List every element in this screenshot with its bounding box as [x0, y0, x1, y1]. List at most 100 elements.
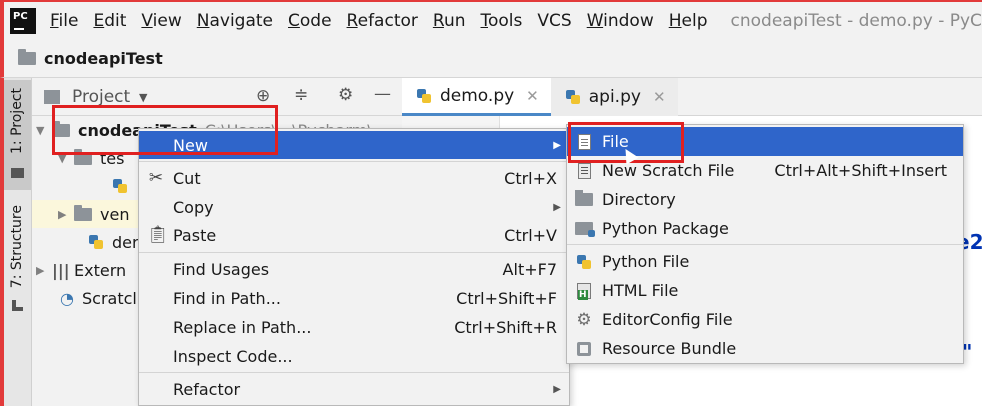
submenu-item-label: Python Package — [602, 219, 729, 238]
menu-file[interactable]: File — [50, 11, 78, 31]
collapse-all-icon[interactable]: ≑ — [294, 85, 308, 105]
menu-item-refactor[interactable]: Refactor ▶ — [139, 375, 569, 403]
menu-vcs[interactable]: VCS — [537, 11, 571, 31]
menu-tools[interactable]: Tools — [481, 11, 523, 31]
chevron-down-icon[interactable]: ▼ — [139, 91, 147, 104]
structure-icon — [12, 300, 23, 311]
tree-item-label: der — [112, 232, 139, 252]
editor-tab-bar: demo.py ✕ api.py ✕ — [402, 78, 982, 116]
tree-item-test-file[interactable] — [112, 172, 136, 200]
submenu-item-label: EditorConfig File — [602, 310, 733, 329]
menu-item-shortcut: Ctrl+X — [504, 168, 557, 188]
menu-item-label: Replace in Path... — [173, 317, 312, 337]
menu-item-shortcut: Ctrl+Shift+F — [456, 288, 557, 308]
tab-label: demo.py — [440, 85, 515, 106]
menu-item-label: Cut — [173, 168, 201, 188]
python-file-icon — [575, 253, 593, 271]
menu-separator — [139, 372, 569, 373]
menu-item-find-in-path[interactable]: Find in Path... Ctrl+Shift+F — [139, 284, 569, 312]
submenu-item-label: New Scratch File — [602, 161, 735, 180]
gear-icon: ⚙ — [576, 309, 592, 330]
tool-tab-structure[interactable]: 7: Structure — [4, 205, 31, 315]
submenu-item-python-file[interactable]: Python File — [567, 247, 963, 276]
menu-item-label: Inspect Code... — [173, 346, 293, 366]
menu-view[interactable]: View — [141, 11, 181, 31]
menu-help[interactable]: Help — [669, 11, 708, 31]
menu-window[interactable]: Window — [587, 11, 654, 31]
hide-panel-icon[interactable]: — — [374, 84, 391, 104]
menu-item-cut[interactable]: ✂ Cut Ctrl+X — [139, 164, 569, 192]
submenu-item-shortcut: Ctrl+Alt+Shift+Insert — [774, 161, 947, 180]
project-panel-icon — [44, 90, 60, 104]
submenu-item-label: HTML File — [602, 281, 679, 300]
tree-item-label: Extern — [74, 260, 127, 280]
context-menu: New ▶ ✂ Cut Ctrl+X Copy ▶ 📋︎ Paste Ctrl+… — [138, 128, 570, 406]
submenu-arrow-icon: ▶ — [553, 139, 561, 151]
menu-separator — [139, 161, 569, 162]
tool-tab-structure-label: 7: Structure — [9, 205, 25, 289]
menu-run[interactable]: Run — [433, 11, 466, 31]
menu-item-inspect-code[interactable]: Inspect Code... — [139, 342, 569, 370]
menu-item-copy[interactable]: Copy ▶ — [139, 193, 569, 221]
window-title: cnodeapiTest - demo.py - PyC — [730, 11, 982, 31]
menu-code[interactable]: Code — [288, 11, 332, 31]
tree-item-venv[interactable]: ▶ ven — [32, 200, 142, 228]
submenu-arrow-icon: ▶ — [553, 201, 561, 213]
menu-bar: PC File Edit View Navigate Code Refactor… — [0, 0, 982, 40]
menu-item-label: Paste — [173, 225, 217, 245]
python-package-icon — [575, 220, 595, 238]
scissors-icon: ✂ — [148, 168, 164, 188]
menu-navigate[interactable]: Navigate — [197, 11, 273, 31]
menu-separator — [567, 244, 963, 245]
menu-item-label: Refactor — [173, 379, 241, 399]
submenu-item-editorconfig-file[interactable]: ⚙ EditorConfig File — [567, 305, 963, 334]
menu-item-label: Copy — [173, 197, 214, 217]
tab-demo-py[interactable]: demo.py ✕ — [402, 78, 551, 116]
python-file-icon — [416, 88, 432, 104]
html-file-icon — [575, 282, 593, 300]
menu-refactor[interactable]: Refactor — [347, 11, 418, 31]
gear-icon[interactable]: ⚙ — [338, 85, 353, 105]
clipboard-icon: 📋︎ — [147, 225, 169, 245]
locate-target-icon[interactable]: ⊕ — [256, 86, 270, 106]
python-file-icon — [88, 234, 104, 250]
menu-item-paste[interactable]: 📋︎ Paste Ctrl+V — [139, 221, 569, 249]
folder-icon — [18, 49, 36, 65]
resource-bundle-icon — [575, 340, 593, 358]
tool-tab-project[interactable]: 1: Project — [4, 80, 31, 190]
python-file-icon — [565, 89, 581, 105]
python-file-icon — [112, 178, 128, 194]
tab-api-py[interactable]: api.py ✕ — [550, 78, 678, 116]
close-icon[interactable]: ✕ — [526, 87, 539, 105]
expand-arrow-icon[interactable]: ▶ — [36, 264, 52, 277]
tree-item-label: ven — [100, 204, 130, 224]
submenu-item-resource-bundle[interactable]: Resource Bundle — [567, 334, 963, 363]
tree-item-scratches[interactable]: ◔ Scratcl — [60, 284, 137, 312]
menu-item-find-usages[interactable]: Find Usages Alt+F7 — [139, 255, 569, 283]
breadcrumb: cnodeapiTest — [0, 40, 982, 78]
submenu-item-html-file[interactable]: HTML File — [567, 276, 963, 305]
highlight-box-new — [52, 105, 278, 155]
project-folder-icon — [11, 168, 24, 178]
scratch-file-icon — [575, 162, 593, 180]
expand-arrow-icon[interactable]: ▼ — [36, 124, 52, 137]
library-icon: ||| — [52, 260, 70, 280]
tab-label: api.py — [588, 87, 641, 107]
menu-item-replace-in-path[interactable]: Replace in Path... Ctrl+Shift+R — [139, 313, 569, 341]
tree-item-demo[interactable]: der — [88, 228, 139, 256]
project-view-selector[interactable]: Project — [72, 87, 130, 107]
directory-icon — [575, 190, 593, 209]
submenu-item-directory[interactable]: Directory — [567, 185, 963, 214]
menu-item-shortcut: Ctrl+V — [504, 225, 557, 245]
breadcrumb-project[interactable]: cnodeapiTest — [44, 49, 163, 68]
tree-item-external-libraries[interactable]: ▶ ||| Extern — [36, 256, 126, 284]
close-icon[interactable]: ✕ — [653, 88, 666, 106]
menu-edit[interactable]: Edit — [93, 11, 126, 31]
expand-arrow-icon[interactable]: ▶ — [58, 208, 74, 221]
menu-separator — [139, 252, 569, 253]
pycharm-logo-icon: PC — [10, 8, 36, 34]
tool-tab-project-label: 1: Project — [9, 88, 25, 154]
submenu-item-label: Directory — [602, 190, 676, 209]
submenu-item-python-package[interactable]: Python Package — [567, 214, 963, 243]
menu-item-label: Find in Path... — [173, 288, 281, 308]
